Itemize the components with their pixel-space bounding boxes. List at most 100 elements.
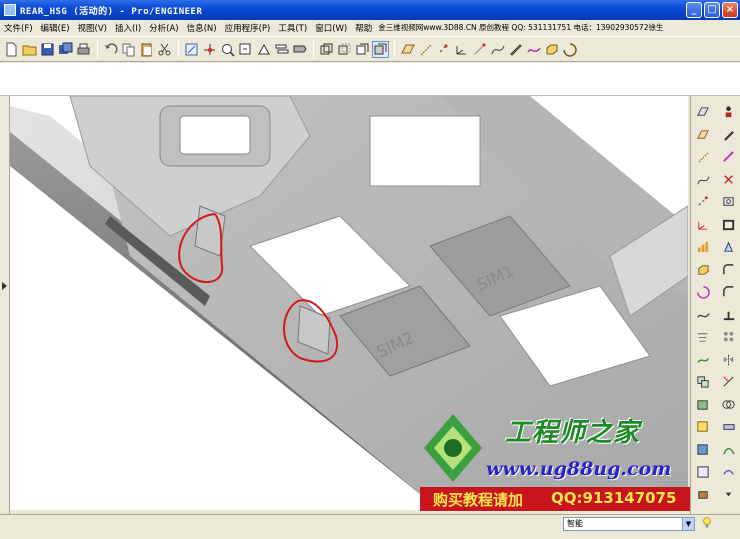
hole-button[interactable]: [721, 194, 737, 210]
wireframe-button[interactable]: [318, 41, 335, 58]
revolve-button[interactable]: [561, 41, 578, 58]
shading-button[interactable]: [372, 40, 389, 58]
zoom-in-icon: [222, 43, 235, 57]
maximize-button[interactable]: □: [704, 2, 720, 18]
thicken-button[interactable]: [721, 419, 737, 435]
coord-sys-button[interactable]: [695, 217, 711, 233]
camera-window: [179, 115, 251, 155]
magenta-sketch-icon: [723, 151, 734, 162]
solidify-button[interactable]: [695, 442, 711, 458]
annotation-button[interactable]: [471, 41, 488, 58]
sweep-button[interactable]: [695, 307, 711, 323]
extrude-button[interactable]: [695, 262, 711, 278]
orient-button[interactable]: [255, 41, 272, 58]
copy-button[interactable]: [120, 41, 137, 58]
datum-plane-button[interactable]: [399, 41, 416, 58]
menu-view[interactable]: 视图(V): [74, 22, 111, 34]
analysis-button[interactable]: [695, 239, 711, 255]
menu-help[interactable]: 帮助: [351, 22, 376, 34]
zoom-out-button[interactable]: [237, 41, 254, 58]
menu-window[interactable]: 窗口(W): [311, 22, 351, 34]
close-button[interactable]: ×: [722, 2, 738, 18]
print-button[interactable]: [75, 41, 92, 58]
menu-tools[interactable]: 工具(T): [274, 22, 311, 34]
magenta-sketch-button[interactable]: [721, 149, 737, 165]
repaint-icon: [185, 43, 198, 55]
warp-button[interactable]: [721, 464, 737, 480]
expand-more-button[interactable]: [721, 487, 737, 503]
open-folder-button[interactable]: [21, 41, 38, 58]
rib-button[interactable]: [721, 307, 737, 323]
warp-icon: [723, 469, 734, 475]
surface-button[interactable]: [695, 352, 711, 368]
pen-button[interactable]: [721, 127, 737, 143]
sketch-plane-button[interactable]: [695, 104, 711, 120]
datum-axis-button[interactable]: [695, 149, 711, 165]
minimize-button[interactable]: _: [686, 2, 702, 18]
paste-button[interactable]: [138, 41, 155, 58]
datum-curve-button[interactable]: [695, 172, 711, 188]
layer-button[interactable]: [273, 41, 290, 58]
style-button[interactable]: [695, 464, 711, 480]
left-sash[interactable]: [0, 96, 10, 514]
toolkit-button[interactable]: [695, 487, 711, 503]
scissors-button[interactable]: [721, 172, 737, 188]
blend-icon: [697, 333, 708, 342]
main-toolbar: [0, 36, 740, 62]
pattern-button[interactable]: [721, 329, 737, 345]
intersect-button[interactable]: [721, 397, 737, 413]
menu-insert[interactable]: 插入(I): [111, 22, 145, 34]
menu-applications[interactable]: 应用程序(P): [221, 22, 275, 34]
menu-edit[interactable]: 编辑(E): [37, 22, 74, 34]
coord-sys-icon: [456, 45, 466, 54]
window-title: REAR_HSG (活动的) - Pro/ENGINEER: [20, 6, 203, 17]
merge-button[interactable]: [695, 374, 711, 390]
sketch-button[interactable]: [507, 41, 524, 58]
datum-plane-button[interactable]: [695, 127, 711, 143]
save-copy-button[interactable]: [57, 41, 74, 58]
save-copy-icon: [59, 42, 73, 54]
menu-file[interactable]: 文件(F): [0, 22, 37, 34]
shading-icon: [374, 43, 387, 54]
save-button[interactable]: [39, 41, 56, 58]
datum-point-button[interactable]: [435, 41, 452, 58]
shell-button[interactable]: [721, 217, 737, 233]
menu-analysis[interactable]: 分析(A): [145, 22, 182, 34]
round-button[interactable]: [721, 262, 737, 278]
selection-filter[interactable]: 智能 ▼: [563, 517, 695, 531]
hidden-line-button[interactable]: [336, 41, 353, 58]
fill-button[interactable]: [695, 397, 711, 413]
undo-button[interactable]: [102, 41, 119, 58]
mirror-button[interactable]: [721, 352, 737, 368]
chamfer-button[interactable]: [721, 284, 737, 300]
spline-button[interactable]: [525, 41, 542, 58]
spin-center-button[interactable]: [201, 41, 218, 58]
draft-button[interactable]: [721, 239, 737, 255]
extrude-icon: [698, 264, 709, 275]
extrude-button[interactable]: [543, 41, 560, 58]
offset-button[interactable]: [695, 419, 711, 435]
menu-info[interactable]: 信息(N): [183, 22, 221, 34]
expand-arrow-icon[interactable]: [2, 282, 7, 290]
coord-sys-button[interactable]: [453, 41, 470, 58]
cut-button[interactable]: [156, 41, 173, 58]
blend-button[interactable]: [695, 329, 711, 345]
new-file-button[interactable]: [3, 41, 20, 58]
trim-button[interactable]: [721, 374, 737, 390]
boundary-button[interactable]: [721, 442, 737, 458]
repaint-button[interactable]: [183, 41, 200, 58]
revolve-button[interactable]: [695, 284, 711, 300]
saved-views-button[interactable]: [291, 41, 308, 58]
spin-center-icon: [204, 43, 215, 55]
curve-button[interactable]: [489, 41, 506, 58]
status-bar: 智能 ▼: [0, 514, 740, 539]
lightbulb-icon[interactable]: [702, 517, 712, 529]
datum-axis-button[interactable]: [417, 41, 434, 58]
figure-button[interactable]: [721, 104, 737, 120]
pattern-icon: [723, 331, 734, 342]
chevron-down-icon[interactable]: ▼: [682, 518, 694, 530]
zoom-in-button[interactable]: [219, 41, 236, 58]
watermark-title: 工程师之家: [505, 418, 641, 448]
datum-point-button[interactable]: [695, 194, 711, 210]
no-hidden-button[interactable]: [354, 41, 371, 58]
